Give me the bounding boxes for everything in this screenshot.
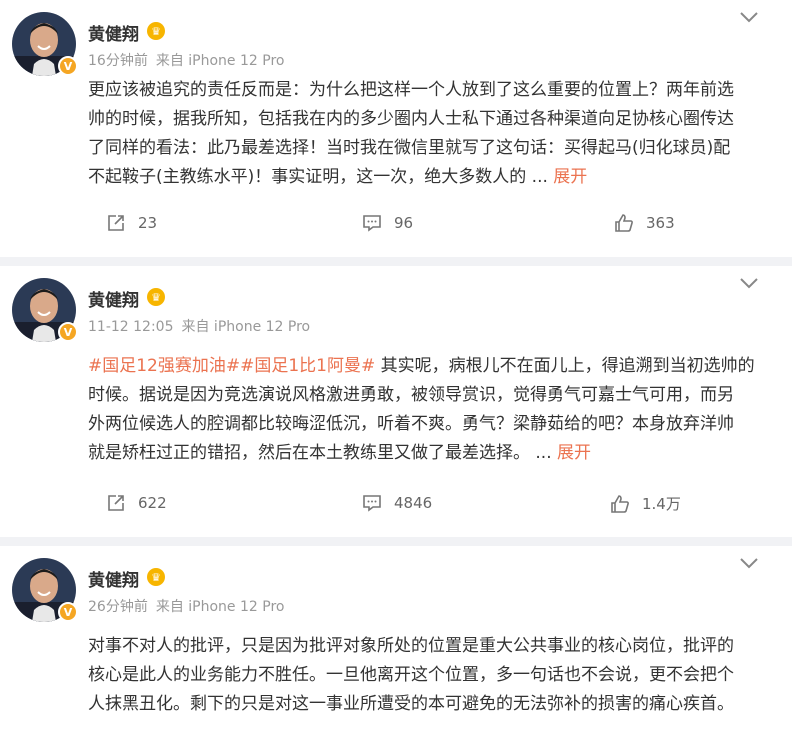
like-button[interactable]: 363 [614,213,675,233]
post-meta: 16分钟前 来自 iPhone 12 Pro [88,50,284,70]
like-button[interactable]: 1.4万 [610,493,681,514]
post-text-line: 核心是此人的业务能力不胜任。一旦他离开这个位置，多一句话也不会说，更不会把个 [88,665,734,685]
expand-link[interactable]: 展开 [557,443,591,463]
comment-count: 4846 [394,494,433,512]
hashtag-link[interactable]: #国足12强赛加油##国足1比1阿曼# [88,356,375,376]
share-icon [108,215,124,231]
post-text-line: 外两位候选人的腔调都比较晦涩低沉，听着不爽。勇气？梁静茹给的吧？本身放弃洋帅 [88,414,734,434]
comment-button[interactable]: 96 [362,213,413,233]
post-meta: 11-12 12:05 来自 iPhone 12 Pro [88,316,310,336]
post-actions: 622 4846 1.4万 [0,493,792,523]
post-time[interactable]: 11-12 12:05 [88,319,173,335]
author-name[interactable]: 黄健翔 [88,20,139,45]
avatar[interactable]: V [12,12,78,76]
thumbs-up-icon [611,494,629,513]
share-icon [108,495,124,511]
post-text-line: 帅的时候，据我所知，包括我在内的多少圈内人士私下通过各种渠道向足协核心圈传达 [88,109,734,129]
like-count: 363 [646,214,675,232]
avatar[interactable]: V [12,558,78,622]
post-time[interactable]: 26分钟前 [88,599,148,615]
repost-count: 622 [138,494,167,512]
post-time[interactable]: 16分钟前 [88,53,148,69]
expand-link[interactable]: 展开 [553,167,587,187]
post-text-line: 不起鞍子(主教练水平)！事实证明，这一次，绝大多数人的 ... [88,167,554,187]
post-source: 来自 iPhone 12 Pro [155,599,285,615]
comment-button[interactable]: 4846 [362,493,432,513]
repost-count: 23 [138,214,158,232]
v-badge-icon: V [58,602,78,622]
chevron-down-icon[interactable] [738,556,760,570]
thumbs-up-icon [615,214,633,232]
post-text-line: 就是矫枉过正的错招，然后在本土教练里又做了最差选择。 ... [88,443,558,463]
post-actions: 23 96 363 [0,213,792,243]
weibo-feed: V 黄健翔 ♛ 16分钟前 来自 iPhone 12 Pro V 黄健翔 ♛ 1… [0,0,792,730]
comment-icon [363,215,381,232]
repost-button[interactable]: 23 [106,213,157,233]
post-text-line: 对事不对人的批评，只是因为批评对象所处的位置是重大公共事业的核心岗位，批评的 [88,636,734,656]
post-text: 对事不对人的批评，只是因为批评对象所处的位置是重大公共事业的核心岗位，批评的 核… [88,632,758,719]
v-badge-icon: V [58,322,78,342]
like-count: 1.4万 [642,495,681,513]
post-text: #国足12强赛加油##国足1比1阿曼# 其实呢，病根儿不在面儿上，得追溯到当初选… [88,352,758,468]
crown-icon[interactable]: ♛ [147,22,165,40]
post-text-line: 其实呢，病根儿不在面儿上，得追溯到当初选帅的 [375,356,755,376]
avatar[interactable]: V [12,278,78,342]
v-badge-icon: V [58,56,78,76]
post-meta: 26分钟前 来自 iPhone 12 Pro [88,596,284,616]
chevron-down-icon[interactable] [738,276,760,290]
post-source: 来自 iPhone 12 Pro [155,53,285,69]
crown-icon[interactable]: ♛ [147,568,165,586]
comment-icon [363,495,381,512]
post-text-line: 时候。据说是因为竞选演说风格激进勇敢，被领导赏识，觉得勇气可嘉士气可用，而另 [88,385,734,405]
post-text: 更应该被追究的责任反而是：为什么把这样一个人放到了这么重要的位置上？两年前选 帅… [88,76,758,192]
chevron-down-icon[interactable] [738,10,760,24]
author-name[interactable]: 黄健翔 [88,566,139,591]
post-source: 来自 iPhone 12 Pro [181,319,311,335]
crown-icon[interactable]: ♛ [147,288,165,306]
repost-button[interactable]: 622 [106,493,167,513]
author-name[interactable]: 黄健翔 [88,286,139,311]
post-text-line: 更应该被追究的责任反而是：为什么把这样一个人放到了这么重要的位置上？两年前选 [88,80,734,100]
post-text-line: 了同样的看法：此乃最差选择！当时我在微信里就写了这句话：买得起马(归化球员)配 [88,138,731,158]
post-text-line: 人抹黑丑化。剩下的只是对这一事业所遭受的本可避免的无法弥补的损害的痛心疾首。 [88,694,734,714]
comment-count: 96 [394,214,414,232]
